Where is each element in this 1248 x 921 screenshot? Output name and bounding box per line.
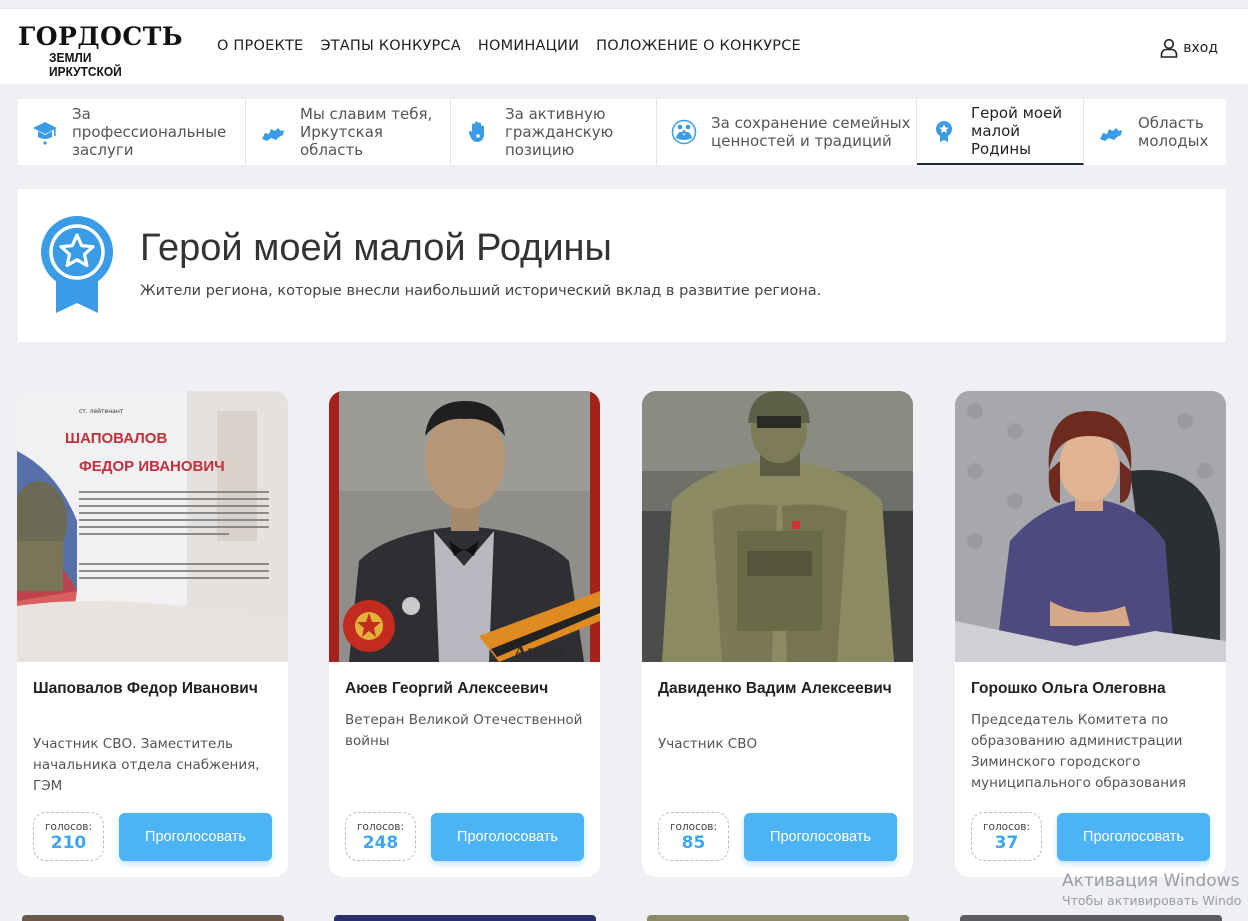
nominee-name: Шаповалов Федор Иванович (33, 680, 258, 697)
tab-young-region[interactable]: Область молодых (1084, 99, 1226, 165)
family-icon (671, 119, 697, 145)
vote-button[interactable]: Проголосовать (744, 813, 897, 861)
next-card-photo-edge (647, 915, 909, 921)
tab-label: Мы славим тебя, Иркутская область (300, 105, 433, 159)
tab-label: Область молодых (1138, 114, 1209, 150)
graduation-cap-icon (33, 122, 57, 145)
watermark-line2: Чтобы активировать Windo (1062, 893, 1242, 908)
vote-counter: голосов: 85 (658, 812, 729, 861)
login-label: вход (1183, 40, 1218, 56)
nominee-description: Участник СВО (658, 736, 758, 752)
nominee-card[interactable]: Аюев Аюев Георгий Алексеевич Ветеран Вел… (329, 391, 600, 877)
nav-item-regulations[interactable]: ПОЛОЖЕНИЕ О КОНКУРСЕ (596, 38, 801, 54)
login-button[interactable]: вход (1160, 38, 1218, 58)
windows-activation-watermark: Активация Windows Чтобы активировать Win… (1062, 871, 1241, 911)
votes-count: 85 (681, 833, 706, 853)
tab-family-values[interactable]: За сохранение семейных ценностей и тради… (657, 99, 917, 165)
site-logo[interactable]: ГОРДОСТЬ ЗЕМЛИ ИРКУТСКОЙ (18, 22, 183, 79)
star-medal-icon (41, 216, 113, 313)
tab-hero-homeland[interactable]: Герой моей малой Родины (917, 99, 1084, 165)
votes-label: голосов: (357, 821, 404, 833)
region-map-icon (262, 128, 284, 141)
nominee-card[interactable]: ст. лейтенант ШАПОВАЛОВ ФЕДОР ИВАНОВИЧ Ш… (17, 391, 288, 877)
nomination-subtitle: Жители региона, которые внесли наибольши… (140, 283, 822, 299)
nav-item-stages[interactable]: ЭТАПЫ КОНКУРСА (320, 38, 461, 54)
logo-line2: ЗЕМЛИ ИРКУТСКОЙ (49, 50, 122, 79)
photo-rank-text: ст. лейтенант (79, 408, 124, 415)
votes-label: голосов: (45, 821, 92, 833)
raised-hand-icon (468, 121, 484, 142)
nominee-name: Аюев Георгий Алексеевич (345, 680, 549, 697)
photo-caption: Аюев (514, 642, 565, 661)
nominee-name: Давиденко Вадим Алексеевич (658, 680, 892, 697)
votes-count: 210 (50, 833, 87, 853)
votes-label: голосов: (983, 821, 1030, 833)
votes-label: голосов: (670, 821, 717, 833)
vote-counter: голосов: 248 (345, 812, 416, 861)
nominee-photo: ст. лейтенант ШАПОВАЛОВ ФЕДОР ИВАНОВИЧ (17, 391, 288, 662)
votes-count: 248 (362, 833, 399, 853)
watermark-line1: Активация Windows (1062, 871, 1240, 891)
next-card-photo-edge (22, 915, 284, 921)
tab-label: За сохранение семейных ценностей и тради… (711, 114, 911, 150)
nav-item-nominations[interactable]: НОМИНАЦИИ (478, 38, 579, 54)
nominee-card[interactable]: Горошко Ольга Олеговна Председатель Коми… (955, 391, 1226, 877)
vote-button[interactable]: Проголосовать (1057, 813, 1210, 861)
tab-glory-irkutsk[interactable]: Мы славим тебя, Иркутская область (246, 99, 451, 165)
tab-label: За активную гражданскую позицию (505, 105, 614, 159)
nominee-card[interactable]: Давиденко Вадим Алексеевич Участник СВО … (642, 391, 913, 877)
photo-title-line1: ШАПОВАЛОВ (65, 430, 167, 447)
tab-civic-position[interactable]: За активную гражданскую позицию (451, 99, 657, 165)
site-header: ГОРДОСТЬ ЗЕМЛИ ИРКУТСКОЙ О ПРОЕКТЕ ЭТАПЫ… (0, 8, 1248, 84)
nomination-title: Герой моей малой Родины (140, 227, 612, 269)
photo-title-line2: ФЕДОР ИВАНОВИЧ (79, 458, 225, 475)
main-nav: О ПРОЕКТЕ ЭТАПЫ КОНКУРСА НОМИНАЦИИ ПОЛОЖ… (217, 38, 801, 54)
vote-counter: голосов: 37 (971, 812, 1042, 861)
tab-label: Герой моей малой Родины (971, 104, 1063, 158)
vote-counter: голосов: 210 (33, 812, 104, 861)
nomination-header: Герой моей малой Родины Жители региона, … (18, 189, 1226, 342)
nominee-description: Председатель Комитета по образованию адм… (971, 712, 1186, 791)
votes-count: 37 (994, 833, 1019, 853)
tab-professional-merit[interactable]: За профессиональные заслуги (18, 99, 246, 165)
region-map-icon (1100, 128, 1122, 141)
user-icon (1160, 38, 1178, 58)
nominee-photo (642, 391, 913, 662)
next-card-photo-edge (334, 915, 596, 921)
vote-button[interactable]: Проголосовать (431, 813, 584, 861)
nav-item-about[interactable]: О ПРОЕКТЕ (217, 38, 303, 54)
next-card-photo-edge (960, 915, 1222, 921)
nominee-description: Участник СВО. Заместитель начальника отд… (33, 736, 260, 794)
nominee-name: Горошко Ольга Олеговна (971, 680, 1166, 697)
tab-label: За профессиональные заслуги (72, 105, 227, 159)
nominee-photo: Аюев (329, 391, 600, 662)
logo-line1: ГОРДОСТЬ (18, 22, 183, 51)
vote-button[interactable]: Проголосовать (119, 813, 272, 861)
nominee-description: Ветеран Великой Отечественной войны (345, 712, 583, 749)
nomination-tabs: За профессиональные заслуги Мы славим те… (18, 99, 1226, 165)
star-medal-icon (936, 121, 952, 142)
nominee-photo (955, 391, 1226, 662)
